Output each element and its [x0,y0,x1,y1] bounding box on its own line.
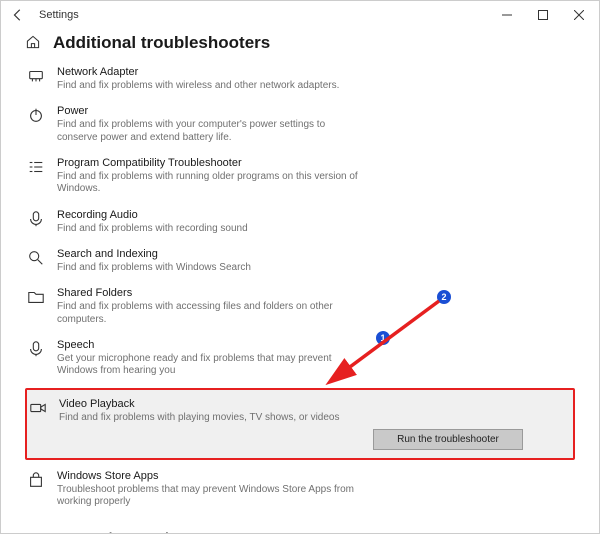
ts-title: Network Adapter [57,66,339,80]
ts-title: Video Playback [59,398,340,412]
run-troubleshooter-button[interactable]: Run the troubleshooter [373,429,523,450]
ts-desc: Find and fix problems with recording sou… [57,223,248,236]
ts-recording-audio[interactable]: Recording AudioFind and fix problems wit… [25,206,575,238]
privacy-section: Know your privacy options Learn how this… [25,530,575,534]
settings-window: Settings Additional troubleshooters Netw… [0,0,600,534]
ts-speech[interactable]: SpeechGet your microphone ready and fix … [25,336,575,381]
ts-desc: Find and fix problems with playing movie… [59,412,340,425]
ts-video-playback-selected: Video PlaybackFind and fix problems with… [25,388,575,460]
ts-desc: Find and fix problems with accessing fil… [57,301,367,326]
list-icon [27,158,45,176]
home-icon[interactable] [25,34,41,53]
titlebar: Settings [1,1,599,29]
network-adapter-icon [27,67,45,85]
store-icon [27,471,45,489]
minimize-button[interactable] [489,1,525,29]
back-button[interactable] [11,8,25,22]
ts-title: Speech [57,339,367,353]
search-icon [27,249,45,267]
microphone-icon [27,210,45,228]
ts-title: Windows Store Apps [57,470,367,484]
app-title: Settings [39,9,79,21]
ts-title: Shared Folders [57,287,367,301]
ts-title: Search and Indexing [57,248,251,262]
ts-desc: Find and fix problems with running older… [57,171,367,196]
maximize-button[interactable] [525,1,561,29]
power-icon [27,106,45,124]
ts-title: Program Compatibility Troubleshooter [57,157,367,171]
speech-icon [27,340,45,358]
ts-network-adapter[interactable]: Network AdapterFind and fix problems wit… [25,63,575,95]
close-button[interactable] [561,1,597,29]
ts-desc: Find and fix problems with Windows Searc… [57,262,251,275]
ts-desc: Find and fix problems with your computer… [57,119,367,144]
ts-desc: Troubleshoot problems that may prevent W… [57,484,367,509]
ts-windows-store-apps[interactable]: Windows Store AppsTroubleshoot problems … [25,467,575,512]
ts-search-indexing[interactable]: Search and IndexingFind and fix problems… [25,245,575,277]
privacy-heading: Know your privacy options [25,530,575,534]
ts-shared-folders[interactable]: Shared FoldersFind and fix problems with… [25,284,575,329]
ts-title: Recording Audio [57,209,248,223]
ts-title: Power [57,105,367,119]
folder-icon [27,288,45,306]
ts-video-playback[interactable]: Video PlaybackFind and fix problems with… [29,396,567,429]
ts-desc: Get your microphone ready and fix proble… [57,353,367,378]
ts-power[interactable]: PowerFind and fix problems with your com… [25,102,575,147]
ts-desc: Find and fix problems with wireless and … [57,80,339,93]
content-area: Additional troubleshooters Network Adapt… [1,29,599,534]
troubleshooter-list: Network AdapterFind and fix problems wit… [25,63,575,512]
page-title: Additional troubleshooters [53,33,270,53]
ts-program-compatibility[interactable]: Program Compatibility TroubleshooterFind… [25,154,575,199]
video-icon [29,399,47,417]
